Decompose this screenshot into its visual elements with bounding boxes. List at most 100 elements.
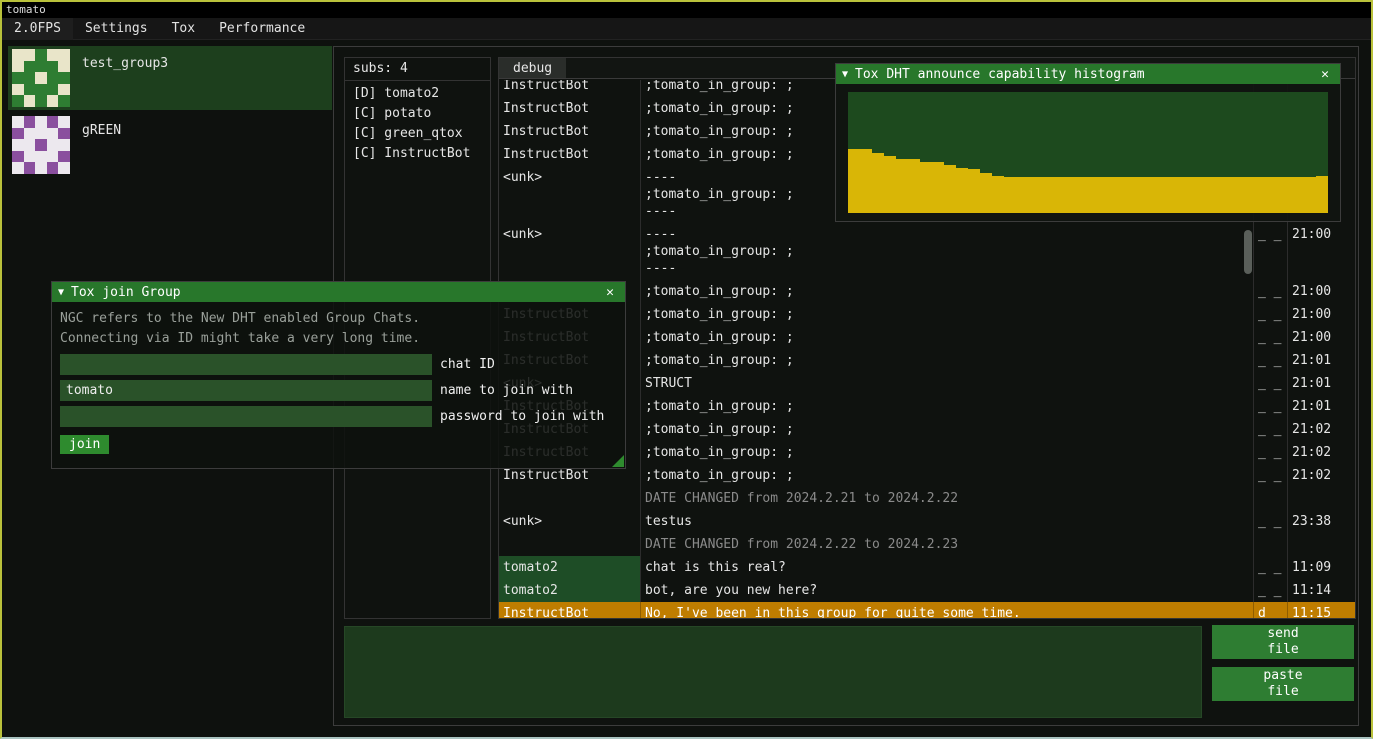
- histogram-bar: [968, 169, 980, 213]
- join-password-input[interactable]: [60, 406, 432, 427]
- join-password-row: password to join with: [60, 406, 617, 427]
- message-time: 21:00: [1288, 303, 1355, 326]
- avatar-pixel: [47, 128, 59, 140]
- avatar-pixel: [58, 72, 70, 84]
- histogram-bar: [956, 168, 968, 213]
- avatar-pixel: [47, 162, 59, 174]
- histogram-bar: [1028, 177, 1040, 213]
- histogram-bar: [1052, 177, 1064, 213]
- message-input[interactable]: [344, 626, 1202, 718]
- message-row[interactable]: <unk>STRUCT_ _21:01: [499, 372, 1355, 395]
- ngc-info-line-1: NGC refers to the New DHT enabled Group …: [60, 309, 617, 329]
- message-flags: [1254, 487, 1288, 510]
- message-row[interactable]: InstructBot;tomato_in_group: ;_ _21:02: [499, 418, 1355, 441]
- histogram-bar: [908, 159, 920, 213]
- collapse-arrow-icon[interactable]: ▼: [58, 287, 64, 298]
- message-row[interactable]: <unk>---- ;tomato_in_group: ; ----_ _21:…: [499, 223, 1355, 280]
- message-text: ;tomato_in_group: ;: [641, 303, 1254, 326]
- member-item[interactable]: [C] potato: [345, 104, 490, 124]
- contact-item[interactable]: test_group3: [8, 46, 332, 110]
- message-time: 11:14: [1288, 579, 1355, 602]
- message-time: 11:15: [1288, 602, 1355, 618]
- message-row[interactable]: DATE CHANGED from 2024.2.21 to 2024.2.22: [499, 487, 1355, 510]
- avatar-pixel: [12, 128, 24, 140]
- menu-item-settings[interactable]: Settings: [73, 18, 160, 40]
- message-time: 21:02: [1288, 441, 1355, 464]
- message-time: 21:02: [1288, 418, 1355, 441]
- avatar-pixel: [12, 72, 24, 84]
- message-row[interactable]: InstructBot;tomato_in_group: ;_ _21:01: [499, 349, 1355, 372]
- send-file-button[interactable]: send file: [1212, 625, 1354, 659]
- message-row[interactable]: InstructBot;tomato_in_group: ;_ _21:02: [499, 464, 1355, 487]
- chat-id-row: chat ID: [60, 354, 617, 375]
- avatar-pixel: [12, 116, 24, 128]
- close-icon[interactable]: ✕: [1316, 67, 1334, 82]
- message-row[interactable]: DATE CHANGED from 2024.2.22 to 2024.2.23: [499, 533, 1355, 556]
- message-flags: _ _: [1254, 372, 1288, 395]
- collapse-arrow-icon[interactable]: ▼: [842, 69, 848, 80]
- message-flags: _ _: [1254, 441, 1288, 464]
- avatar-pixel: [58, 116, 70, 128]
- avatar-pixel: [35, 61, 47, 73]
- message-row[interactable]: InstructBot;tomato_in_group: ;_ _21:02: [499, 441, 1355, 464]
- histogram-bar: [1064, 177, 1076, 213]
- date-changed-text: DATE CHANGED from 2024.2.22 to 2024.2.23: [641, 533, 1254, 556]
- member-item[interactable]: [C] green_qtox: [345, 124, 490, 144]
- paste-file-button[interactable]: paste file: [1212, 667, 1354, 701]
- avatar-pixel: [58, 49, 70, 61]
- message-time: 21:01: [1288, 372, 1355, 395]
- member-item[interactable]: [C] InstructBot: [345, 144, 490, 164]
- message-flags: _ _: [1254, 349, 1288, 372]
- message-flags: [1254, 533, 1288, 556]
- chat-scrollbar-thumb[interactable]: [1244, 230, 1252, 274]
- message-sender: InstructBot: [499, 120, 641, 143]
- message-text: No, I've been in this group for quite so…: [641, 602, 1254, 618]
- chat-id-input[interactable]: [60, 354, 432, 375]
- avatar-pixel: [35, 116, 47, 128]
- member-item[interactable]: [D] tomato2: [345, 84, 490, 104]
- join-button[interactable]: join: [60, 435, 109, 454]
- join-name-row: name to join with: [60, 380, 617, 401]
- message-text: ---- ;tomato_in_group: ; ----: [641, 223, 1254, 280]
- avatar-pixel: [35, 49, 47, 61]
- avatar-pixel: [12, 139, 24, 151]
- histogram-bar: [1220, 177, 1232, 213]
- histogram-bar: [1292, 177, 1304, 213]
- message-flags: _ _: [1254, 326, 1288, 349]
- message-row[interactable]: tomato2chat is this real?_ _11:09: [499, 556, 1355, 579]
- message-sender: tomato2: [499, 556, 641, 579]
- resize-grip[interactable]: [612, 455, 624, 467]
- message-text: ;tomato_in_group: ;: [641, 326, 1254, 349]
- menu-item-tox[interactable]: Tox: [160, 18, 207, 40]
- message-time: 21:01: [1288, 395, 1355, 418]
- avatar-pixel: [12, 84, 24, 96]
- message-row[interactable]: <unk>testus_ _23:38: [499, 510, 1355, 533]
- join-name-input[interactable]: [60, 380, 432, 401]
- tab-debug[interactable]: debug: [499, 58, 566, 78]
- join-group-window-title: Tox join Group: [71, 285, 601, 300]
- join-group-titlebar[interactable]: ▼ Tox join Group ✕: [52, 282, 625, 302]
- message-row[interactable]: InstructBotNo, I've been in this group f…: [499, 602, 1355, 618]
- message-flags: _ _: [1254, 223, 1288, 280]
- message-row[interactable]: InstructBot;tomato_in_group: ;_ _21:00: [499, 280, 1355, 303]
- message-row[interactable]: tomato2bot, are you new here?_ _11:14: [499, 579, 1355, 602]
- message-row[interactable]: InstructBot;tomato_in_group: ;_ _21:00: [499, 326, 1355, 349]
- histogram-bar: [1244, 177, 1256, 213]
- message-row[interactable]: InstructBot;tomato_in_group: ;_ _21:00: [499, 303, 1355, 326]
- message-time: 11:09: [1288, 556, 1355, 579]
- histogram-bar: [896, 159, 908, 213]
- close-icon[interactable]: ✕: [601, 285, 619, 300]
- message-row[interactable]: InstructBot;tomato_in_group: ;_ _21:01: [499, 395, 1355, 418]
- avatar-pixel: [35, 72, 47, 84]
- histogram-bar: [1100, 177, 1112, 213]
- histogram-bar: [1040, 177, 1052, 213]
- contact-item[interactable]: gREEN: [8, 113, 332, 177]
- histogram-bar: [860, 149, 872, 213]
- avatar-pixel: [58, 139, 70, 151]
- histogram-bar: [1196, 177, 1208, 213]
- avatar-pixel: [47, 72, 59, 84]
- avatar-pixel: [12, 162, 24, 174]
- histogram-titlebar[interactable]: ▼ Tox DHT announce capability histogram …: [836, 64, 1340, 84]
- menu-item-performance[interactable]: Performance: [207, 18, 317, 40]
- join-password-label: password to join with: [440, 409, 604, 424]
